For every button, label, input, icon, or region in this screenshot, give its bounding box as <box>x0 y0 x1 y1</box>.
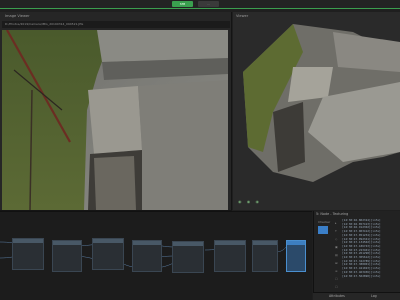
checkbox-icon[interactable]: ☐ <box>335 275 340 283</box>
viewer-title: Viewer <box>236 14 249 18</box>
textured-mesh-view[interactable] <box>233 12 400 210</box>
graph-node-texturing[interactable] <box>286 240 306 272</box>
secondary-pipeline-button[interactable]: ... <box>198 1 219 7</box>
sfm-pipeline-button[interactable]: SfM <box>172 1 193 7</box>
image-preview[interactable] <box>2 30 228 210</box>
image-viewer-panel: Image Viewer D:/Photos/2019/Camera/IMG_2… <box>0 12 232 220</box>
viewer-tool-icons[interactable]: ◉ ◉ ◉ <box>238 199 261 204</box>
grid-icon[interactable]: ⊞ <box>335 259 340 267</box>
log-output: [14:38:46.802324][info] [14:38:46.857413… <box>342 219 398 278</box>
menu-icon[interactable]: ≡ <box>335 267 340 275</box>
image-icon[interactable]: ▣ <box>335 243 340 251</box>
graph-node[interactable] <box>92 238 124 270</box>
list-icon[interactable]: ▤ <box>335 251 340 259</box>
viewer-3d-panel[interactable] <box>233 12 400 210</box>
app-window: SfM ... Image Viewer D:/Photos/2019/Came… <box>0 0 400 300</box>
graph-node[interactable] <box>214 240 246 272</box>
checker-selection[interactable] <box>318 226 328 234</box>
checkbox-icon[interactable]: ☐ <box>335 283 340 291</box>
shape-icon[interactable]: ◇ <box>335 235 340 243</box>
side-icon-column: ▸ T ◇ ▣ ▤ ⊞ ≡ ☐ ☐ <box>335 219 340 291</box>
node-panel-title: 5: Node - Texturing <box>316 212 349 216</box>
text-icon[interactable]: T <box>335 227 340 235</box>
accent-line <box>0 8 400 9</box>
image-viewer-title: Image Viewer <box>5 14 30 18</box>
tab-attributes[interactable]: Attributes <box>329 294 345 298</box>
log-line: [14:38:47.502890][info] <box>342 273 381 278</box>
expand-icon[interactable]: ▸ <box>335 219 340 227</box>
graph-node[interactable] <box>252 240 278 272</box>
graph-node[interactable] <box>12 238 44 270</box>
checker-label: Checker <box>318 220 331 224</box>
graph-node[interactable] <box>132 240 162 272</box>
tab-log[interactable]: Log <box>371 294 377 298</box>
graph-node[interactable] <box>52 240 82 272</box>
graph-node[interactable] <box>172 241 204 273</box>
bottom-tab-bar: Attributes Log <box>313 292 400 300</box>
image-path-bar: D:/Photos/2019/Camera/IMG_20190314_09452… <box>2 21 230 28</box>
